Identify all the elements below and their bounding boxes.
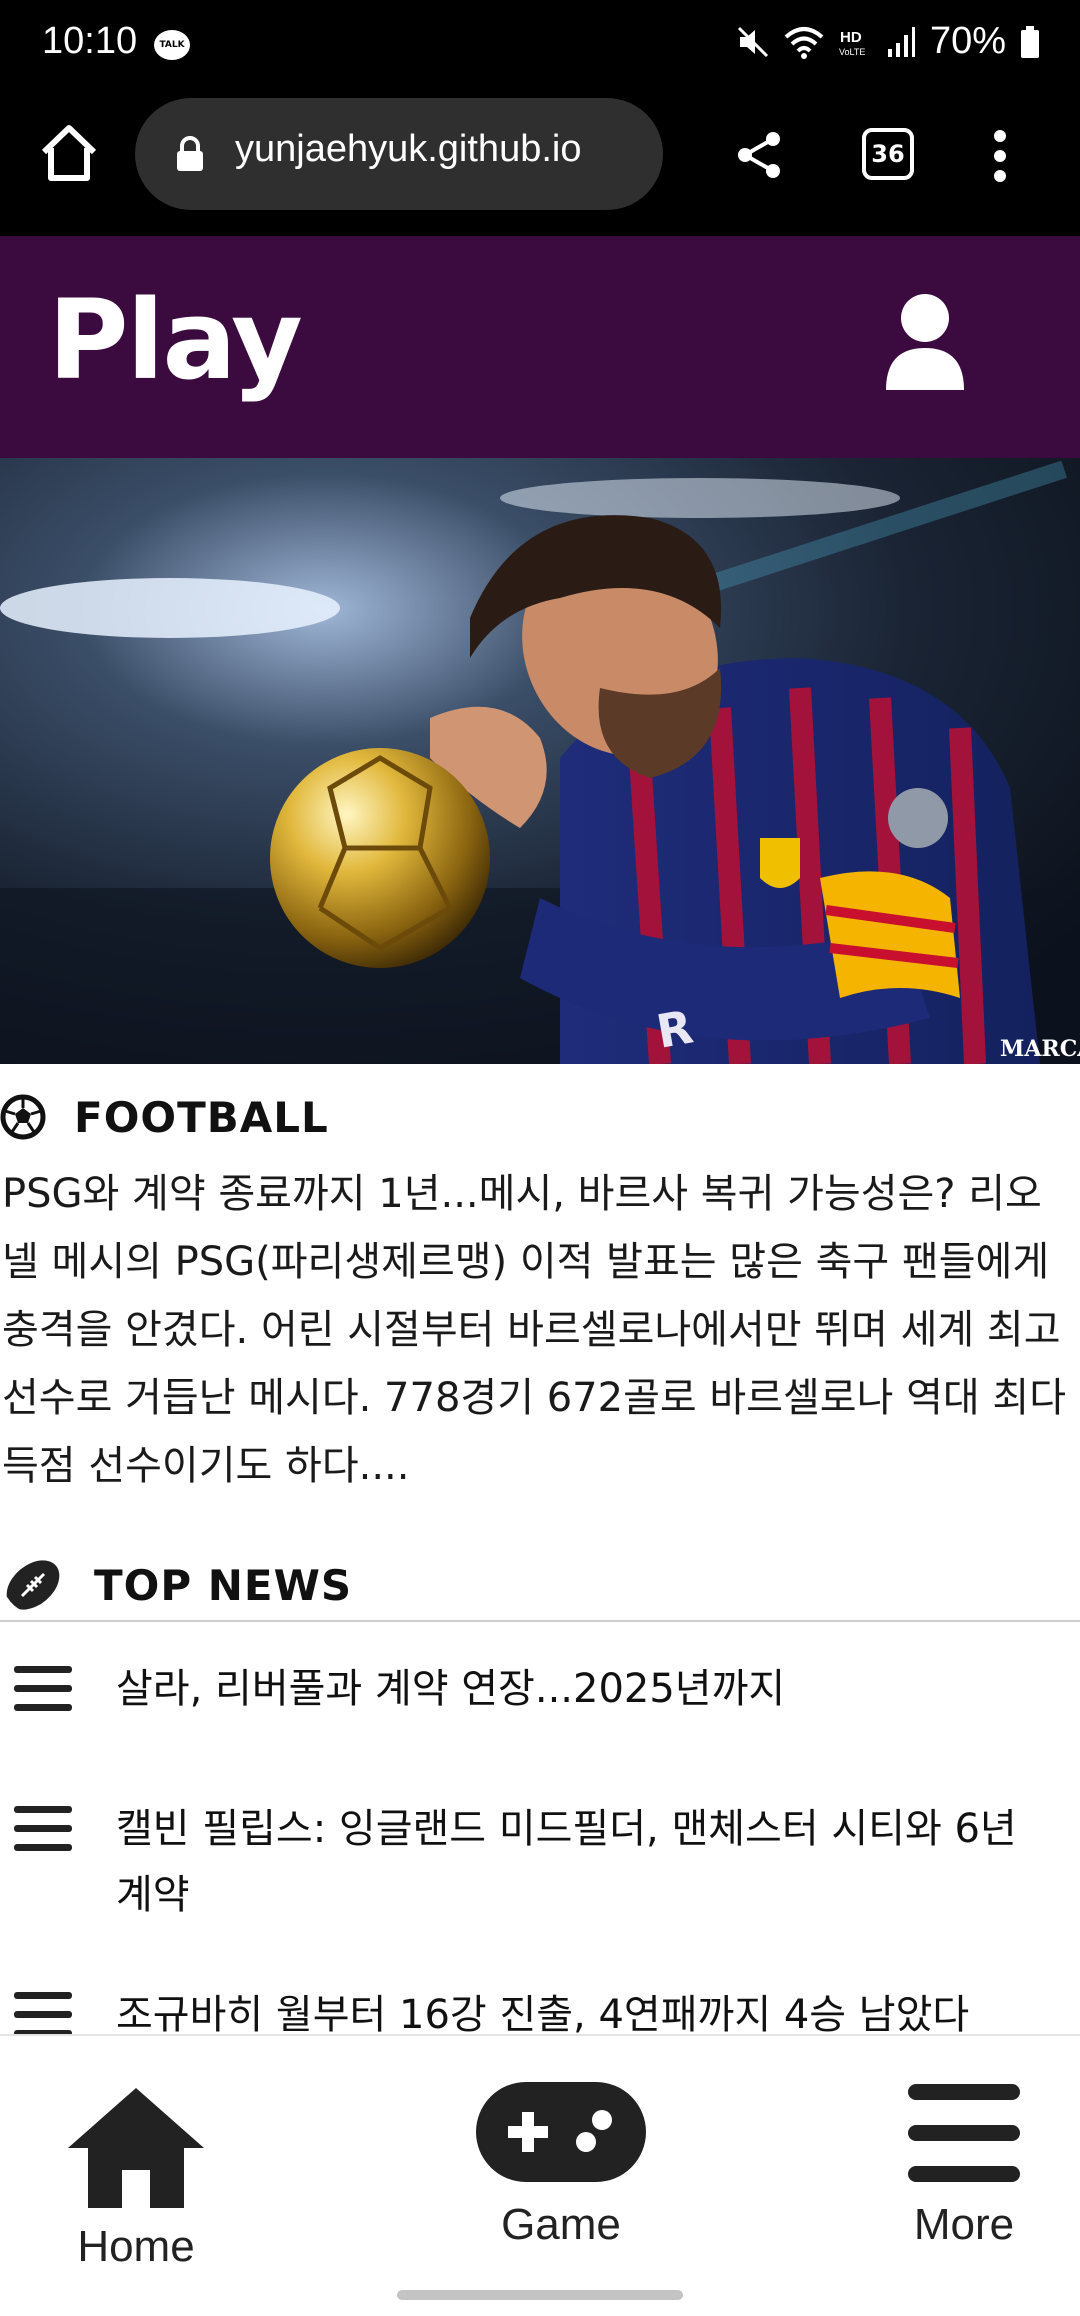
hd-voice-icon: HD VoLTE (839, 29, 865, 57)
app-header: Play (0, 236, 1080, 458)
bottom-nav: Home Game More (0, 2034, 1080, 2316)
list-menu-icon (14, 1666, 72, 1711)
news-headline: 조규바히 월부터 16강 진출, 4연패까지 4승 남았다 (116, 1992, 970, 2034)
kakaotalk-notification-icon: TALK (154, 30, 190, 60)
football-icon (4, 1560, 60, 1614)
share-icon[interactable] (735, 130, 785, 180)
soccer-ball-icon (0, 1094, 46, 1140)
list-item[interactable]: 조규바히 월부터 16강 진출, 4연패까지 4승 남았다 (0, 1982, 1080, 2034)
list-menu-icon (14, 1992, 72, 2034)
hero-image[interactable]: R MARCA (0, 458, 1080, 1064)
status-bar: 10:10 TALK HD VoLTE 70% (0, 0, 1080, 92)
top-news-label: TOP NEWS (94, 1560, 353, 1610)
menu-icon (908, 2084, 1020, 2182)
browser-more-icon[interactable] (990, 128, 1010, 184)
mute-icon (737, 26, 768, 57)
status-icons: HD VoLTE 70% (736, 20, 1040, 63)
svg-text:HD: HD (840, 29, 862, 46)
list-item[interactable]: 캘빈 필립스: 잉글랜드 미드필더, 맨체스터 시티와 6년 계약 (0, 1796, 1080, 1928)
list-item[interactable]: 살라, 리버풀과 계약 연장...2025년까지 (0, 1656, 1080, 1722)
user-icon[interactable] (884, 292, 966, 392)
news-headline: 캘빈 필립스: 잉글랜드 미드필더, 맨체스터 시티와 6년 계약 (116, 1806, 1017, 1918)
svg-text:VoLTE: VoLTE (839, 47, 865, 57)
football-section-header: FOOTBALL (0, 1092, 329, 1142)
list-menu-icon (14, 1806, 72, 1851)
top-news-header: TOP NEWS (0, 1552, 352, 1618)
battery-percent: 70% (929, 20, 1006, 62)
tab-switcher-button[interactable]: 36 (862, 128, 914, 180)
url-text: yunjaehyuk.github.io (235, 128, 582, 170)
gesture-handle[interactable] (397, 2290, 683, 2300)
nav-game-label: Game (501, 2200, 621, 2249)
signal-icon (887, 26, 915, 57)
browser-home-icon[interactable] (38, 122, 100, 184)
nav-home-label: Home (77, 2222, 195, 2271)
home-icon (68, 2088, 204, 2208)
nav-home[interactable]: Home (66, 2084, 206, 2272)
app-title: Play (48, 276, 303, 404)
battery-icon (1021, 25, 1039, 58)
status-time: 10:10 (42, 20, 138, 62)
marca-watermark: MARCA (1000, 1036, 1080, 1062)
news-headline: 살라, 리버풀과 계약 연장...2025년까지 (116, 1666, 786, 1712)
top-news-list: 살라, 리버풀과 계약 연장...2025년까지 캘빈 필립스: 잉글랜드 미드… (0, 1622, 1080, 2034)
browser-toolbar: yunjaehyuk.github.io 36 (0, 92, 1080, 236)
football-article[interactable]: PSG와 계약 종료까지 1년...메시, 바르사 복귀 가능성은? 리오넬 메… (2, 1160, 1078, 1500)
football-label: FOOTBALL (74, 1092, 329, 1142)
nav-more[interactable]: More (902, 2080, 1026, 2250)
address-bar[interactable]: yunjaehyuk.github.io (135, 98, 663, 210)
lock-icon (177, 136, 203, 171)
nav-game[interactable]: Game (474, 2080, 648, 2250)
gamepad-icon (476, 2082, 646, 2182)
hero-illustration: R MARCA (0, 458, 1080, 1064)
wifi-icon (784, 26, 824, 59)
nav-more-label: More (913, 2200, 1015, 2249)
